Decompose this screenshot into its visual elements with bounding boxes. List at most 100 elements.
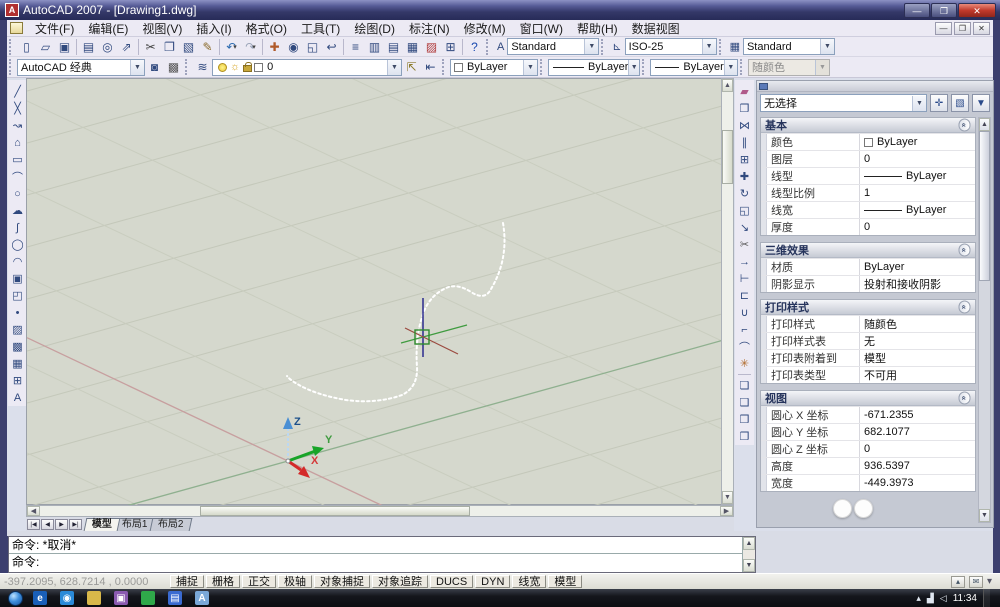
scale-tool[interactable]: ◱: [736, 202, 753, 219]
tab-nav-button-3[interactable]: ▶|: [69, 519, 82, 530]
move-tool[interactable]: ✚: [736, 168, 753, 185]
tab-nav-button-0[interactable]: |◀: [27, 519, 40, 530]
tab-nav-button-1[interactable]: ◀: [41, 519, 54, 530]
circle-tool[interactable]: ○: [9, 185, 26, 202]
toggle-捕捉[interactable]: 捕捉: [170, 575, 204, 588]
property-value[interactable]: -449.3973: [859, 475, 975, 491]
chevron-down-icon[interactable]: ▼: [702, 39, 716, 54]
copy-tool[interactable]: ❐: [736, 100, 753, 117]
save-icon[interactable]: ▣: [55, 38, 74, 56]
toggle-栅格[interactable]: 栅格: [206, 575, 240, 588]
pan-icon[interactable]: ✚: [265, 38, 284, 56]
palette-title-grip[interactable]: [757, 81, 993, 92]
make-block-tool[interactable]: ◰: [9, 287, 26, 304]
section-header[interactable]: 视图«: [761, 391, 975, 406]
menu-item-5[interactable]: 工具(T): [294, 19, 347, 38]
scroll-up-icon[interactable]: ▲: [979, 118, 990, 131]
chevron-down-icon[interactable]: ▼: [724, 60, 737, 75]
markup-icon[interactable]: ▨: [422, 38, 441, 56]
join-tool[interactable]: ∪: [736, 304, 753, 321]
fillet-tool[interactable]: ⌒: [736, 338, 753, 355]
layer-properties-manager-icon[interactable]: ≋: [193, 58, 212, 76]
toggle-DYN[interactable]: DYN: [475, 575, 510, 588]
property-value[interactable]: ByLayer: [859, 259, 975, 275]
rectangle-tool[interactable]: ▭: [9, 151, 26, 168]
draw-order-front-icon[interactable]: ❏: [736, 377, 753, 394]
toolbar-grip[interactable]: [9, 59, 14, 75]
chamfer-tool[interactable]: ⌐: [736, 321, 753, 338]
revision-cloud-tool[interactable]: ☁: [9, 202, 26, 219]
toggle-对象追踪[interactable]: 对象追踪: [372, 575, 428, 588]
child-minimize-button[interactable]: —: [935, 22, 952, 35]
quickcalc-icon[interactable]: ⊞: [441, 38, 460, 56]
layer-previous-icon[interactable]: ⇤: [421, 58, 440, 76]
command-scrollbar[interactable]: ▲ ▼: [742, 537, 755, 572]
browser-taskbar-icon[interactable]: ◉: [60, 591, 74, 605]
layer-color-swatch[interactable]: [254, 63, 263, 72]
plot-preview-icon[interactable]: ◎: [98, 38, 117, 56]
insert-block-tool[interactable]: ▣: [9, 270, 26, 287]
chevron-down-icon[interactable]: ▾: [252, 43, 256, 51]
scroll-left-icon[interactable]: ◀: [27, 506, 40, 516]
menu-item-7[interactable]: 标注(N): [402, 19, 457, 38]
coordinate-readout[interactable]: -397.2095, 628.7214 , 0.0000: [4, 576, 156, 588]
volume-icon[interactable]: ◁: [940, 593, 947, 604]
polyline-tool[interactable]: ↝: [9, 117, 26, 134]
zoom-previous-icon[interactable]: ↩: [322, 38, 341, 56]
layer-lock-icon[interactable]: [243, 65, 252, 72]
rotate-tool[interactable]: ↻: [736, 185, 753, 202]
color-combo[interactable]: ByLayer▼: [450, 59, 538, 76]
layer-freeze-icon[interactable]: ☼: [230, 61, 240, 73]
zoom-window-icon[interactable]: ◱: [303, 38, 322, 56]
section-header[interactable]: 基本«: [761, 118, 975, 133]
property-value[interactable]: 无: [859, 333, 975, 349]
toggle-对象捕捉[interactable]: 对象捕捉: [314, 575, 370, 588]
new-file-icon[interactable]: ▯: [17, 38, 36, 56]
workspace-combo[interactable]: AutoCAD 经典▼: [17, 59, 145, 76]
quick-select-button[interactable]: ▼: [972, 94, 990, 112]
text-style-combo[interactable]: Standard▼: [507, 38, 599, 55]
child-close-button[interactable]: ✕: [973, 22, 990, 35]
toolbar-grip[interactable]: [540, 59, 545, 75]
green-app-taskbar-icon[interactable]: [141, 591, 155, 605]
palette-scrollbar[interactable]: ▲ ▼: [978, 117, 991, 523]
toolbar-grip[interactable]: [185, 59, 190, 75]
draw-order-under-icon[interactable]: ❐: [736, 428, 753, 445]
help-icon[interactable]: ?: [465, 38, 484, 56]
section-header[interactable]: 三维效果«: [761, 243, 975, 258]
scrollbar-thumb[interactable]: [979, 131, 990, 281]
chevron-down-icon[interactable]: ▼: [820, 39, 834, 54]
property-value[interactable]: 936.5397: [859, 458, 975, 474]
tool-palettes-icon[interactable]: ▤: [384, 38, 403, 56]
toolbar-grip[interactable]: [486, 39, 491, 55]
scroll-down-icon[interactable]: ▼: [743, 559, 755, 572]
collapse-chevron-icon[interactable]: «: [959, 392, 971, 405]
layer-on-icon[interactable]: [218, 63, 227, 72]
arc-tool[interactable]: ⌒: [9, 168, 26, 185]
menu-item-11[interactable]: 数据视图: [625, 19, 687, 38]
menu-item-3[interactable]: 插入(I): [189, 19, 238, 38]
scroll-up-icon[interactable]: ▲: [722, 79, 733, 92]
menu-item-0[interactable]: 文件(F): [28, 19, 81, 38]
photos-taskbar-icon[interactable]: ▣: [114, 591, 128, 605]
command-input-line[interactable]: 命令:: [9, 554, 755, 571]
match-properties-icon[interactable]: ✎: [198, 38, 217, 56]
chevron-down-icon[interactable]: ▼: [130, 60, 144, 75]
toggle-线宽[interactable]: 线宽: [512, 575, 546, 588]
paste-icon[interactable]: ▧: [179, 38, 198, 56]
stretch-tool[interactable]: ↘: [736, 219, 753, 236]
break-at-point-tool[interactable]: ⊢: [736, 270, 753, 287]
select-objects-button[interactable]: ▧: [951, 94, 969, 112]
table-style-combo[interactable]: Standard▼: [743, 38, 835, 55]
status-tray-icon[interactable]: ✉: [969, 576, 983, 588]
chevron-down-icon[interactable]: ▼: [523, 60, 537, 75]
collapse-chevron-icon[interactable]: «: [959, 244, 971, 257]
property-value[interactable]: ByLayer: [859, 134, 975, 150]
zoom-realtime-icon[interactable]: ◉: [284, 38, 303, 56]
draw-order-above-icon[interactable]: ❒: [736, 411, 753, 428]
chevron-down-icon[interactable]: ▼: [912, 96, 926, 111]
minimize-button[interactable]: —: [904, 3, 930, 18]
autocad-taskbar-icon[interactable]: A: [195, 591, 209, 605]
array-tool[interactable]: ⊞: [736, 151, 753, 168]
layer-combo[interactable]: ☼ 0 ▼: [212, 59, 402, 76]
